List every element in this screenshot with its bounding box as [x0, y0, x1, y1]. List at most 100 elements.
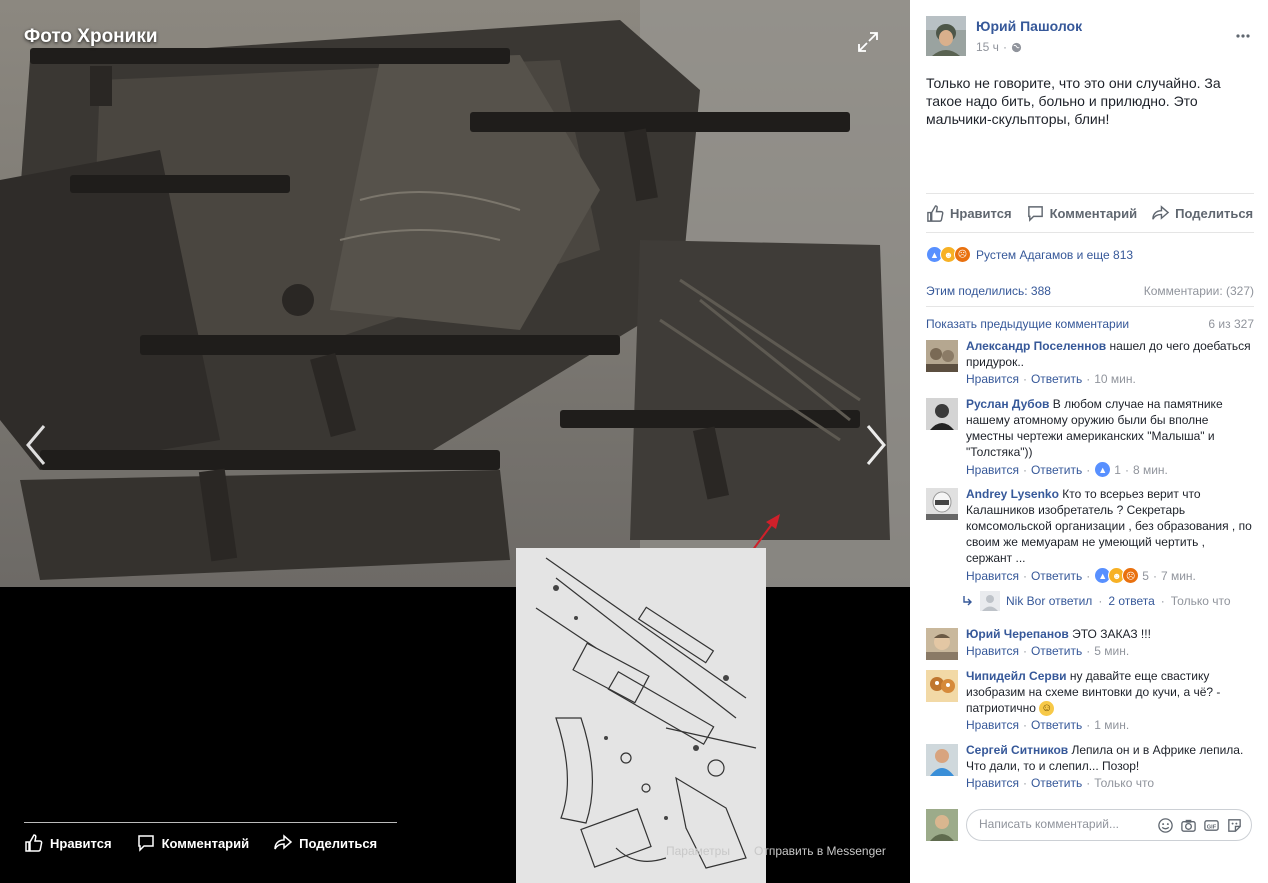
comment-position: 6 из 327 — [1208, 317, 1254, 331]
comments-count[interactable]: Комментарии: (327) — [1144, 284, 1254, 298]
comment-time[interactable]: 7 мин. — [1161, 568, 1196, 584]
post-time[interactable]: 15 ч — [976, 40, 999, 54]
comment-author[interactable]: Александр Поселеннов — [966, 339, 1106, 353]
comment-like-link[interactable]: Нравится — [966, 775, 1019, 791]
share-icon — [274, 834, 293, 850]
replies-summary[interactable]: Nik Bor ответил · 2 ответа · Только что — [962, 591, 1252, 611]
theater-title: Фото Хроники — [24, 26, 158, 47]
comment-actions: Нравится · Ответить · ▲ ☻ ☹ 5 · 7 мин. — [966, 567, 1252, 584]
post-like-button[interactable]: Нравится — [926, 204, 1012, 223]
author-avatar[interactable] — [926, 16, 966, 56]
comment-reply-link[interactable]: Ответить — [1031, 643, 1082, 659]
comment-like-link[interactable]: Нравится — [966, 371, 1019, 387]
gif-icon[interactable]: GIF — [1203, 817, 1220, 834]
comment-time[interactable]: 1 мин. — [1094, 717, 1129, 733]
dot-separator: · — [1152, 568, 1157, 583]
dot-separator: · — [1086, 372, 1091, 386]
comment-reply-link[interactable]: Ответить — [1031, 462, 1082, 478]
theater-comment-button[interactable]: Комментарий — [136, 833, 250, 853]
theater-share-button[interactable]: Поделиться — [273, 833, 377, 853]
current-user-avatar — [926, 809, 958, 841]
camera-icon[interactable] — [1180, 817, 1197, 834]
comment-input[interactable] — [977, 816, 1141, 832]
comment-actions: Нравится · Ответить · 5 мин. — [966, 643, 1252, 659]
dot-separator: · — [1086, 776, 1091, 790]
comment-author[interactable]: Чипидейл Серви — [966, 669, 1066, 683]
commenter-avatar[interactable] — [926, 744, 958, 776]
comment-author[interactable]: Andrey Lysenko — [966, 487, 1059, 501]
sticker-icon[interactable] — [1226, 817, 1243, 834]
commenter-avatar[interactable] — [926, 340, 958, 372]
commenter-avatar[interactable] — [926, 398, 958, 430]
more-options-icon[interactable] — [1235, 32, 1251, 40]
photo-theater: Фото Хроники Нравится Комментарий Подели… — [0, 0, 910, 883]
comment-item: Сергей Ситников Лепила он и в Африке леп… — [926, 742, 1252, 791]
author-name[interactable]: Юрий Пашолок — [976, 18, 1082, 34]
composer-icons: GIF — [1157, 817, 1243, 834]
reactions-summary[interactable]: ▲ ☻ ☹ Рустем Адагамов и еще 813 — [926, 246, 1133, 263]
comment-reply-link[interactable]: Ответить — [1031, 568, 1082, 584]
theater-divider — [24, 822, 397, 823]
comment-time[interactable]: 5 мин. — [1094, 643, 1129, 659]
dot-separator: · — [1022, 462, 1027, 477]
shares-count[interactable]: Этим поделились: 388 — [926, 284, 1051, 298]
comment-reactions[interactable]: ▲ ☻ ☹ 5 — [1094, 567, 1149, 584]
comment-reply-link[interactable]: Ответить — [1031, 371, 1082, 387]
comment-like-count: 1 — [1114, 462, 1121, 477]
theater-comment-label: Комментарий — [161, 835, 250, 851]
comment-time[interactable]: Только что — [1094, 775, 1154, 791]
previous-photo-arrow-icon[interactable] — [18, 420, 54, 470]
comment-like-link[interactable]: Нравится — [966, 462, 1019, 478]
expand-icon[interactable] — [856, 30, 880, 54]
commenter-avatar[interactable] — [926, 488, 958, 520]
comment-author[interactable]: Сергей Ситников — [966, 743, 1068, 757]
show-previous-comments-link[interactable]: Показать предыдущие комментарии — [926, 317, 1129, 331]
send-messenger-link[interactable]: Отправить в Messenger — [754, 844, 886, 858]
commenter-avatar[interactable] — [926, 628, 958, 660]
like-reaction-icon: ▲ — [1094, 461, 1112, 478]
reply-avatar[interactable] — [980, 591, 1000, 611]
photo[interactable] — [0, 0, 910, 587]
comment-reactions[interactable]: ▲ 1 — [1094, 461, 1121, 478]
comment-icon — [137, 835, 154, 852]
angry-reaction-icon: ☹ — [954, 246, 971, 263]
params-link[interactable]: Параметры — [666, 844, 730, 858]
commenter-avatar[interactable] — [926, 670, 958, 702]
comment-composer: GIF — [966, 809, 1252, 841]
reply-author[interactable]: Nik Bor — [1006, 594, 1045, 608]
comment-reply-link[interactable]: Ответить — [1031, 717, 1082, 733]
next-photo-arrow-icon[interactable] — [858, 420, 894, 470]
comment-like-link[interactable]: Нравится — [966, 717, 1019, 733]
comment-time[interactable]: 8 мин. — [1133, 462, 1168, 478]
divider — [926, 306, 1254, 307]
comment-author[interactable]: Юрий Черепанов — [966, 627, 1069, 641]
angry-reaction-icon: ☹ — [1122, 567, 1140, 584]
thumbs-up-icon — [927, 205, 944, 222]
comment-like-link[interactable]: Нравится — [966, 643, 1019, 659]
comment-icon — [1027, 206, 1043, 222]
comment-time[interactable]: 10 мин. — [1094, 371, 1136, 387]
emoji-icon[interactable] — [1157, 817, 1174, 834]
comment-item: Чипидейл Серви ну давайте еще свастику и… — [926, 668, 1252, 733]
comment-reply-link[interactable]: Ответить — [1031, 775, 1082, 791]
comment-actions: Нравится · Ответить · Только что — [966, 775, 1252, 791]
post-actions: Нравится Комментарий Поделиться — [926, 204, 1253, 223]
theater-like-button[interactable]: Нравится — [24, 833, 112, 853]
divider — [926, 232, 1254, 233]
smile-emoji-icon: ☺ — [1039, 701, 1055, 717]
share-icon — [1152, 205, 1170, 220]
post-comment-label: Комментарий — [1049, 206, 1138, 221]
parts-diagram-image — [516, 548, 766, 883]
dot-separator: · — [1022, 644, 1027, 658]
comment-author[interactable]: Руслан Дубов — [966, 397, 1049, 411]
dot-separator: · — [1022, 568, 1027, 583]
reactions-text[interactable]: Рустем Адагамов и еще 813 — [976, 248, 1133, 262]
svg-text:GIF: GIF — [1207, 824, 1217, 830]
post-comment-button[interactable]: Комментарий — [1026, 204, 1138, 223]
comment-like-link[interactable]: Нравится — [966, 568, 1019, 584]
theater-like-label: Нравится — [50, 835, 112, 851]
post-share-button[interactable]: Поделиться — [1151, 204, 1253, 223]
dot-separator: · — [1160, 594, 1165, 608]
reply-count[interactable]: 2 ответа — [1108, 594, 1154, 608]
post-share-label: Поделиться — [1175, 206, 1254, 221]
